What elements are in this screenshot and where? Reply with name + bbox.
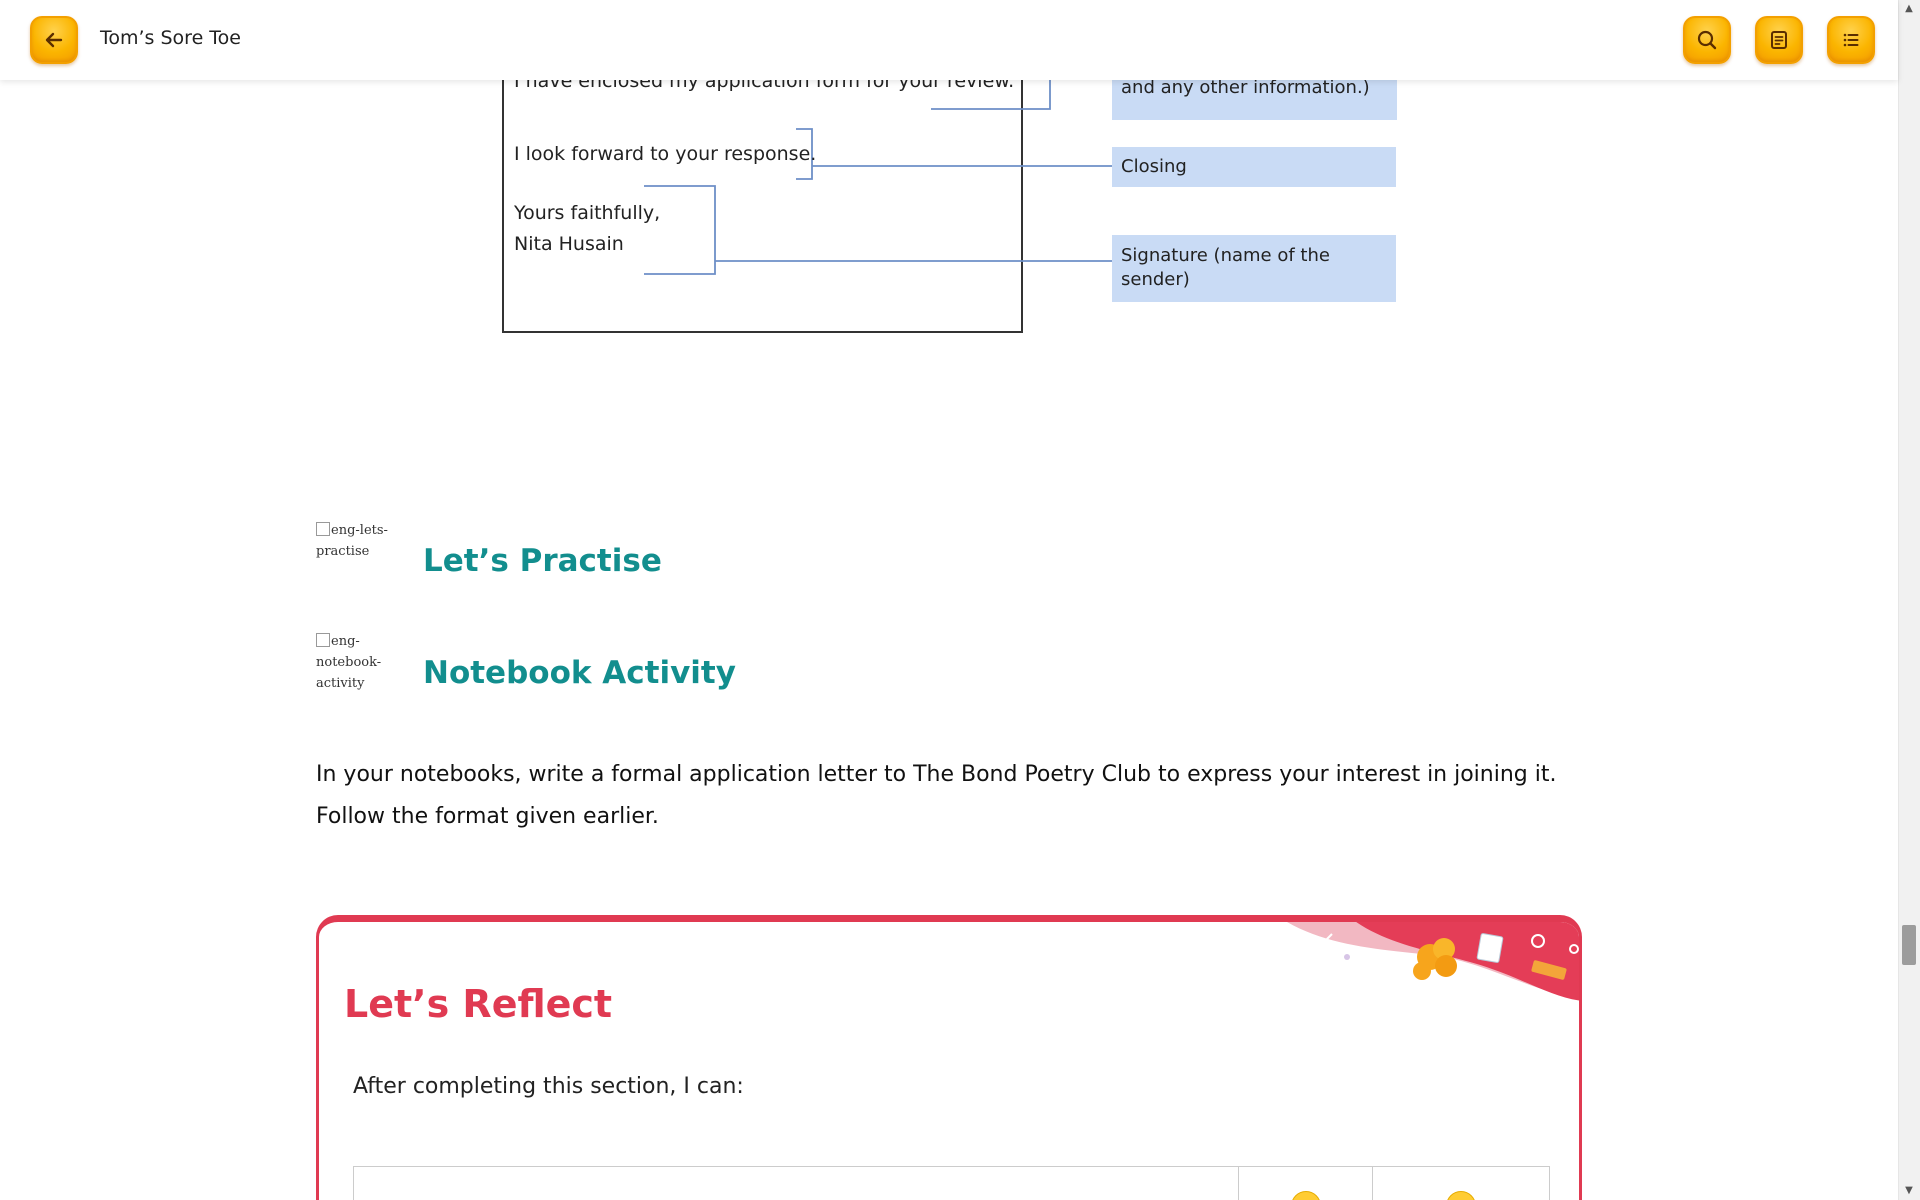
notebook-instruction: In your notebooks, write a formal applic… bbox=[316, 762, 1557, 829]
letter-line-name: Nita Husain bbox=[514, 233, 624, 255]
scroll-thumb[interactable] bbox=[1902, 925, 1916, 965]
scroll-up-arrow-icon[interactable]: ▲ bbox=[1898, 0, 1920, 18]
letter-line-response: I look forward to your response. bbox=[514, 143, 817, 165]
notebook-image: eng-notebook-activity bbox=[316, 631, 381, 694]
letter-line-yours: Yours faithfully, bbox=[514, 202, 661, 224]
face-emoji-icon bbox=[1446, 1191, 1476, 1200]
notebook-heading: Notebook Activity bbox=[423, 655, 736, 691]
notepad-icon bbox=[1476, 933, 1504, 963]
search-button[interactable] bbox=[1683, 16, 1731, 64]
search-icon bbox=[1697, 30, 1717, 50]
label-signature: Signature (name of the sender) bbox=[1112, 235, 1396, 302]
note-icon bbox=[1771, 31, 1787, 49]
reflect-card: Let’s Reflect After completing this sect… bbox=[316, 915, 1582, 1200]
practise-image: eng-lets-practise bbox=[316, 520, 396, 562]
top-bar: Tom’s Sore Toe bbox=[0, 0, 1898, 80]
arrow-left-icon bbox=[45, 32, 63, 48]
scroll-down-arrow-icon[interactable]: ▼ bbox=[1898, 1182, 1920, 1200]
reflect-subtitle: After completing this section, I can: bbox=[353, 1074, 744, 1099]
label-closing-text: Closing bbox=[1121, 156, 1187, 177]
table-column-divider bbox=[1238, 1167, 1372, 1200]
label-closing: Closing bbox=[1112, 147, 1396, 187]
broken-image-icon bbox=[316, 633, 330, 647]
label-body-info-text: and any other information.) bbox=[1121, 77, 1370, 98]
reflect-table bbox=[353, 1166, 1550, 1200]
table-column-divider bbox=[1372, 1167, 1550, 1200]
practise-heading: Let’s Practise bbox=[423, 543, 662, 579]
list-icon bbox=[1843, 33, 1859, 47]
back-button[interactable] bbox=[30, 16, 78, 64]
page-title: Tom’s Sore Toe bbox=[100, 27, 241, 49]
face-emoji-icon bbox=[1291, 1191, 1321, 1200]
broken-image-icon bbox=[316, 522, 330, 536]
contents-button[interactable] bbox=[1827, 16, 1875, 64]
reflect-title: Let’s Reflect bbox=[344, 982, 613, 1026]
label-signature-text: Signature (name of the sender) bbox=[1121, 245, 1330, 290]
vertical-scrollbar[interactable]: ▲ ▼ bbox=[1898, 0, 1920, 1200]
reflect-decoration-graphic bbox=[1287, 922, 1579, 1001]
notes-button[interactable] bbox=[1755, 16, 1803, 64]
